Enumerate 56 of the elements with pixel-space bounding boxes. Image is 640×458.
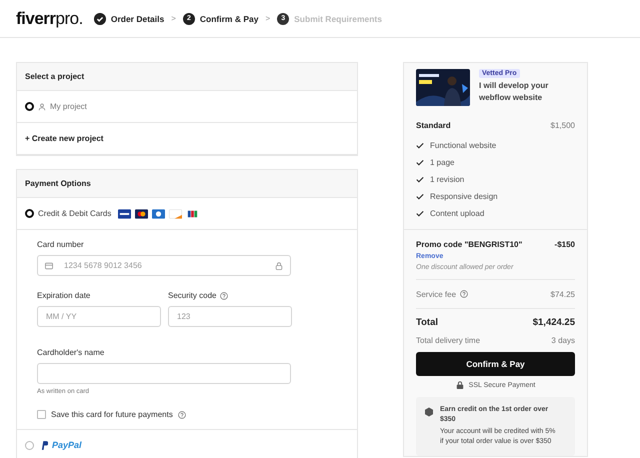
section-title: Select a project: [25, 72, 84, 81]
hexagon-icon: [424, 407, 434, 417]
feature-item: Functional website: [430, 140, 496, 150]
create-project-link[interactable]: + Create new project: [25, 134, 104, 143]
feature-item: Responsive design: [430, 192, 498, 200]
checkbox-label[interactable]: Save this card for future payments: [51, 410, 173, 419]
payment-method-label[interactable]: Credit & Debit Cards: [38, 209, 112, 218]
fiverr-logo[interactable]: fiverrpro.: [16, 8, 83, 28]
gig-title[interactable]: I will develop your webflow website: [479, 80, 571, 104]
paypal-logo[interactable]: PayPal: [52, 440, 82, 450]
total-amount: $1,424.25: [532, 317, 575, 328]
checkmark-icon: [416, 158, 424, 166]
card-number-field[interactable]: 1234 5678 9012 3456: [37, 255, 291, 276]
field-label: Card number: [37, 240, 85, 249]
field-label: Security code: [168, 291, 216, 300]
feature-item: Content upload: [430, 208, 484, 218]
section-title: Payment Options: [25, 179, 91, 188]
field-label: Expiration date: [37, 291, 92, 300]
security-code-field[interactable]: 123: [168, 306, 292, 327]
step-label: Submit Requirements: [294, 14, 382, 24]
package-name: Standard: [416, 121, 451, 130]
help-icon[interactable]: [220, 292, 228, 300]
service-fee-amount: $74.25: [550, 290, 575, 298]
step-separator: >: [171, 14, 176, 23]
delivery-label: Total delivery time: [416, 336, 480, 345]
help-icon[interactable]: [178, 410, 186, 418]
checkbox[interactable]: [37, 410, 46, 419]
checkmark-icon: [416, 210, 424, 216]
step-label: Confirm & Pay: [200, 14, 258, 24]
checkmark-icon: [416, 176, 424, 182]
step-separator: >: [265, 14, 270, 23]
lock-icon: [275, 262, 283, 270]
cardholder-name-field[interactable]: [37, 363, 291, 384]
help-icon[interactable]: [460, 290, 468, 298]
checkmark-icon: [416, 192, 424, 200]
service-fee-label: Service fee: [416, 290, 456, 298]
radio-button[interactable]: [25, 209, 34, 218]
project-name[interactable]: My project: [50, 102, 87, 111]
radio-button[interactable]: [25, 102, 34, 111]
card-icon: [45, 262, 53, 270]
step-label: Order Details: [110, 14, 164, 24]
promo-discount: -$150: [554, 240, 575, 249]
delivery-time: 3 days: [551, 336, 575, 345]
paypal-p-icon: [41, 440, 48, 450]
promo-code-label: Promo code "BENGRIST10": [416, 240, 522, 249]
mastercard-icon: [135, 208, 148, 218]
field-label: Cardholder's name: [37, 348, 106, 357]
feature-item: 1 revision: [430, 174, 464, 184]
checkmark-icon: [416, 142, 424, 148]
expiration-field[interactable]: MM / YY: [37, 306, 161, 327]
total-label: Total: [416, 317, 438, 328]
lock-icon: [456, 381, 464, 389]
radio-button[interactable]: [25, 440, 34, 450]
feature-item: 1 page: [430, 158, 454, 166]
confirm-pay-button[interactable]: Confirm & Pay: [416, 352, 575, 376]
package-price: $1,500: [550, 121, 575, 130]
